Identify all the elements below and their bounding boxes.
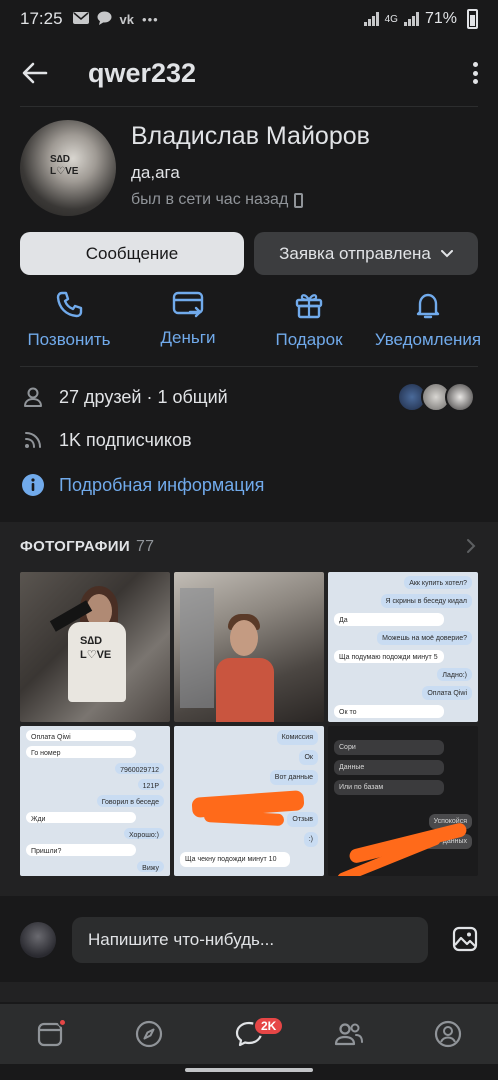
money-label: Деньги	[160, 328, 216, 347]
tab-profile[interactable]	[418, 1006, 478, 1062]
photos-header[interactable]: ФОТОГРАФИИ 77	[20, 538, 154, 556]
photo-thumbnail[interactable]: S∆D L♡VE	[20, 572, 170, 722]
home-indicator	[185, 1068, 313, 1072]
profile-actions: Позвонить Деньги Подарок Уведомления	[0, 290, 498, 354]
header-divider	[20, 106, 478, 107]
profile-status: да,ага	[131, 163, 180, 182]
gift-label: Подарок	[275, 330, 343, 349]
bell-icon	[416, 293, 440, 319]
info-icon	[20, 472, 46, 498]
photos-title: ФОТОГРАФИИ	[20, 538, 130, 555]
notifications-action[interactable]: Уведомления	[368, 290, 488, 350]
signal-icon	[363, 12, 379, 26]
news-indicator	[57, 1018, 67, 1027]
actions-divider	[20, 366, 478, 367]
profile-avatar[interactable]: S∆D L♡VE	[20, 120, 116, 216]
arrow-left-icon	[22, 62, 48, 84]
more-icon: •••	[142, 11, 159, 27]
feed-divider	[0, 982, 498, 1002]
money-action[interactable]: Деньги	[128, 290, 248, 348]
page-title: qwer232	[88, 57, 197, 88]
details-link: Подробная информация	[59, 474, 265, 495]
gift-icon	[295, 294, 323, 319]
mutual-friends-avatars[interactable]	[397, 382, 475, 412]
photo-thumbnail[interactable]: Акк купить хотел? Я скрины в беседу кида…	[328, 572, 478, 722]
rss-icon	[20, 427, 46, 453]
user-icon	[20, 384, 46, 410]
chat-icon	[97, 11, 112, 28]
last-seen-text: был в сети час назад	[131, 191, 289, 208]
messages-badge: 2K	[252, 1016, 285, 1036]
status-bar: 17:25 vk ••• 4G 71%	[0, 0, 498, 38]
compass-icon	[136, 1020, 163, 1048]
friends-count: 27 друзей · 1 общий	[59, 386, 228, 407]
battery-percent: 71%	[424, 10, 457, 27]
tab-messages[interactable]: 2K	[219, 1006, 285, 1062]
followers-row[interactable]: 1K подписчиков	[20, 425, 478, 455]
call-label: Позвонить	[27, 330, 111, 349]
gift-action[interactable]: Подарок	[249, 290, 369, 350]
shirt-logo-text: S∆D L♡VE	[80, 635, 112, 661]
notifications-label: Уведомления	[374, 330, 482, 349]
photos-count: 77	[135, 538, 155, 555]
photo-thumbnail[interactable]	[174, 572, 324, 722]
back-button[interactable]	[0, 48, 70, 98]
phone-icon	[56, 291, 83, 318]
friend-request-button[interactable]: Заявка отправлена	[254, 232, 478, 275]
call-action[interactable]: Позвонить	[9, 290, 129, 350]
status-time: 17:25	[20, 9, 63, 28]
network-label: 4G	[384, 13, 398, 25]
profile-icon	[435, 1020, 462, 1048]
followers-count: 1K подписчиков	[59, 429, 192, 450]
friend-request-label: Заявка отправлена	[279, 243, 431, 263]
post-composer: Напишите что-нибудь...	[0, 914, 498, 966]
app-header: qwer232	[0, 48, 498, 98]
details-row[interactable]: Подробная информация	[20, 470, 478, 500]
photos-section: ФОТОГРАФИИ 77 S∆D L♡VE Акк купить хотел? Я…	[0, 522, 498, 896]
mobile-icon	[294, 192, 304, 208]
avatar-logo-text: S∆D L♡VE	[50, 154, 79, 177]
vk-icon: vk	[119, 11, 135, 27]
chevron-down-icon	[440, 249, 453, 257]
photo-thumbnail[interactable]: Комиссия Ок Вот данные Отзыв :) Ща чекну…	[174, 726, 324, 876]
tab-discover[interactable]	[119, 1006, 179, 1062]
avatar	[445, 382, 475, 412]
bottom-tab-bar: 2K	[0, 1004, 498, 1064]
message-button[interactable]: Сообщение	[20, 232, 244, 275]
chevron-right-icon[interactable]	[466, 538, 476, 554]
friends-icon	[334, 1023, 363, 1046]
notification-icons: vk •••	[72, 11, 159, 28]
profile-name: Владислав Майоров	[131, 122, 370, 150]
tab-friends[interactable]	[319, 1006, 379, 1062]
image-icon[interactable]	[452, 926, 478, 952]
money-icon	[172, 291, 204, 318]
more-options-button[interactable]	[470, 62, 480, 84]
battery-icon	[467, 9, 478, 29]
tab-news[interactable]	[20, 1006, 80, 1062]
post-input[interactable]: Напишите что-нибудь...	[72, 917, 428, 963]
photo-thumbnail[interactable]: Оплата Qiwi Го номер 7960029712 121Р Гов…	[20, 726, 170, 876]
last-seen: был в сети час назад	[131, 191, 304, 209]
avatar[interactable]	[20, 922, 56, 958]
photos-grid: S∆D L♡VE Акк купить хотел? Я скрины в бес…	[20, 572, 478, 876]
photo-thumbnail[interactable]: Сори Данные Или по базам Успокойся Вот д…	[328, 726, 478, 876]
signal-icon-2	[403, 12, 419, 26]
mail-icon	[72, 11, 89, 27]
